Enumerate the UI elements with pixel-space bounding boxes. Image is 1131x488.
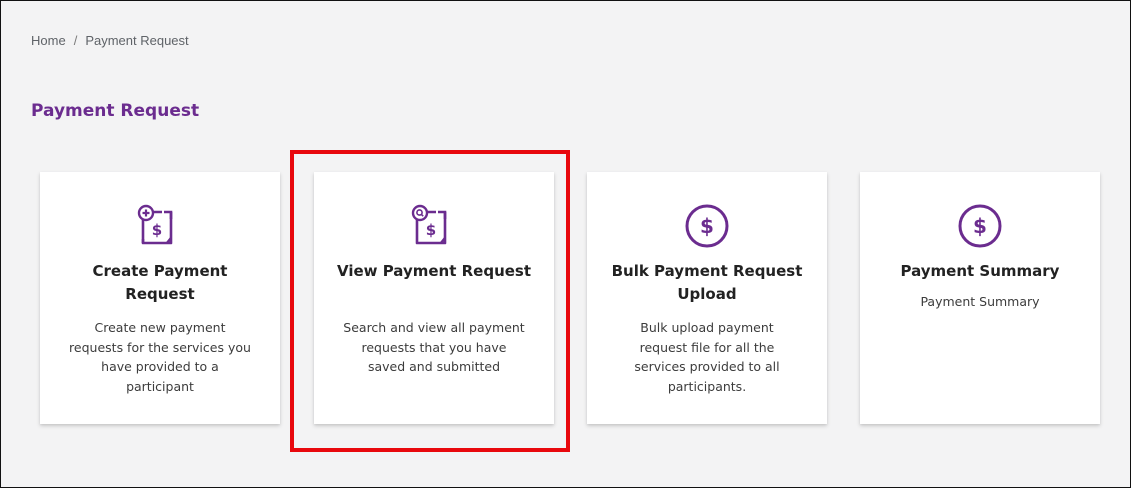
card-title: Create Payment Request (92, 262, 228, 303)
card-title: View Payment Request (336, 262, 532, 280)
view-payment-request-card[interactable]: $ View Payment Request Search and view a… (314, 172, 554, 424)
breadcrumb: Home / Payment Request (31, 33, 189, 48)
svg-text:$: $ (700, 214, 714, 238)
breadcrumb-separator: / (73, 33, 78, 48)
breadcrumb-home-link[interactable]: Home (31, 33, 66, 48)
card-description: Bulk upload payment request file for all… (634, 320, 780, 394)
svg-text:$: $ (973, 214, 987, 238)
bulk-payment-request-upload-card[interactable]: $ Bulk Payment Request Upload Bulk uploa… (587, 172, 827, 424)
payment-summary-card[interactable]: $ Payment Summary Payment Summary (860, 172, 1100, 424)
card-description: Payment Summary (920, 294, 1040, 309)
page-title: Payment Request (31, 101, 200, 121)
create-payment-request-card[interactable]: $ Create Payment Request Create new paym… (40, 172, 280, 424)
svg-text:$: $ (152, 221, 162, 239)
dollar-circle-icon: $ (587, 200, 827, 252)
card-title: Payment Summary (900, 262, 1060, 280)
svg-text:$: $ (426, 221, 436, 239)
card-title: Bulk Payment Request Upload (611, 262, 803, 303)
dollar-circle-icon: $ (860, 200, 1100, 252)
document-add-dollar-icon: $ (40, 200, 280, 252)
card-description: Create new payment requests for the serv… (69, 320, 251, 394)
document-search-dollar-icon: $ (314, 200, 554, 252)
card-description: Search and view all payment requests tha… (343, 320, 525, 374)
page-frame: Home / Payment Request Payment Request $ C… (0, 0, 1131, 488)
breadcrumb-current: Payment Request (85, 33, 189, 48)
